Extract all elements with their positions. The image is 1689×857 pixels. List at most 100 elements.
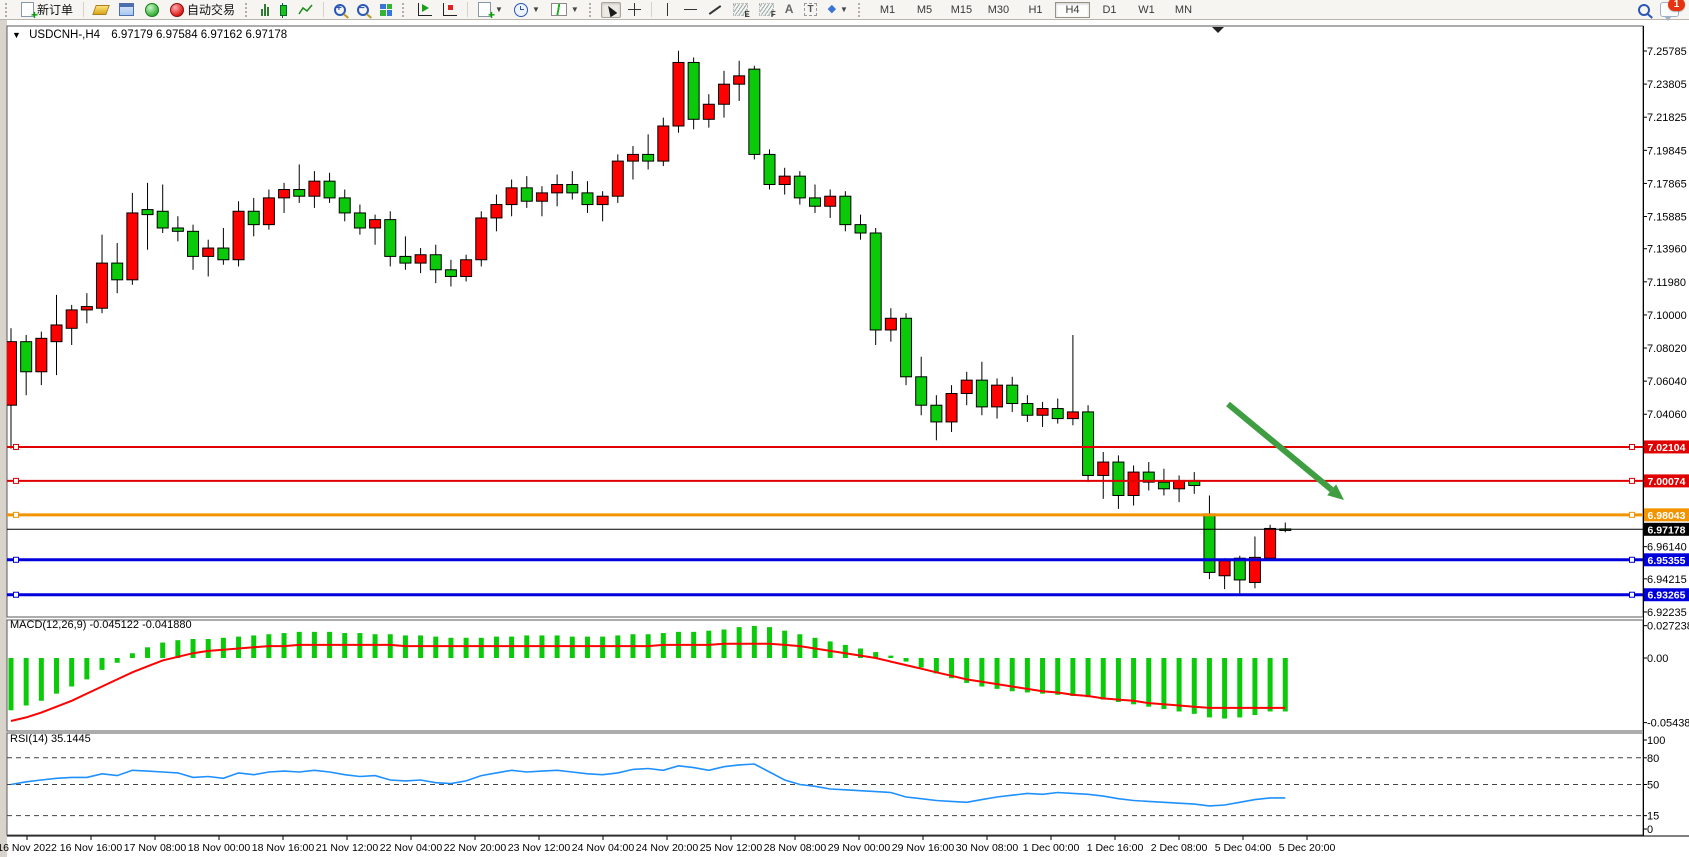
time-tick-label: 18 Nov 16:00 — [252, 842, 315, 854]
time-tick-label: 17 Nov 08:00 — [124, 842, 187, 854]
text-label-tool-button[interactable]: T — [800, 1, 820, 18]
time-tick-label: 16 Nov 2022 — [0, 842, 57, 854]
timeframe-button-H4[interactable]: H4 — [1055, 2, 1090, 18]
timeframe-button-W1[interactable]: W1 — [1129, 2, 1164, 18]
zoom-in-button[interactable]: + — [330, 2, 350, 18]
bar-chart-button[interactable] — [257, 1, 273, 18]
toolbar-separator — [651, 2, 652, 17]
trendline-icon — [708, 5, 721, 15]
price-tick-label: 7.13960 — [1647, 244, 1687, 256]
time-tick-label: 24 Nov 04:00 — [572, 842, 635, 854]
new-order-button[interactable]: 新订单 — [17, 0, 77, 20]
rsi-indicator-label: RSI(14) 35.1445 — [10, 733, 91, 745]
macd-tick-label: -0.054384 — [1647, 718, 1689, 730]
line-handle[interactable] — [14, 444, 19, 449]
market-watch-icon — [145, 3, 159, 17]
notifications-icon[interactable]: 1 — [1660, 2, 1679, 17]
time-tick-label: 30 Nov 08:00 — [956, 842, 1019, 854]
chart-shift-button[interactable] — [439, 1, 461, 18]
line-handle[interactable] — [1630, 592, 1635, 597]
time-tick-label: 1 Dec 16:00 — [1087, 842, 1144, 854]
notification-badge: 1 — [1668, 0, 1685, 11]
depth-of-market-button[interactable] — [90, 3, 112, 17]
time-tick-label: 24 Nov 20:00 — [636, 842, 699, 854]
price-tick-label: 6.96140 — [1647, 542, 1687, 554]
main-price-panel[interactable] — [7, 26, 1643, 617]
line-chart-button[interactable] — [294, 2, 317, 18]
templates-dropdown[interactable]: ▼ — [547, 1, 583, 18]
timeframe-bar: M1M5M15M30H1H4D1W1MN — [870, 2, 1201, 18]
price-tick-label: 7.21825 — [1647, 112, 1687, 124]
trendline-tool-button[interactable] — [704, 7, 726, 13]
macd-tick-label: 0.00 — [1647, 653, 1668, 665]
timeframe-button-M1[interactable]: M1 — [870, 2, 905, 18]
zoom-in-icon: + — [334, 4, 346, 16]
terminal-window-button[interactable] — [115, 1, 138, 18]
line-handle[interactable] — [1630, 557, 1635, 562]
price-tick-label: 7.08020 — [1647, 343, 1687, 355]
line-handle[interactable] — [14, 478, 19, 483]
timeframe-button-M30[interactable]: M30 — [981, 2, 1016, 18]
chevron-down-icon: ▼ — [840, 5, 848, 14]
auto-scroll-icon — [418, 3, 432, 16]
line-handle[interactable] — [1630, 512, 1635, 517]
periods-dropdown[interactable]: ▼ — [510, 1, 544, 19]
price-tick-label: 7.17865 — [1647, 178, 1687, 190]
fibonacci-tool-button[interactable]: F — [755, 1, 778, 18]
line-handle[interactable] — [14, 592, 19, 597]
time-tick-label: 25 Nov 12:00 — [700, 842, 763, 854]
tile-windows-button[interactable] — [376, 2, 396, 18]
collapse-triangle-icon[interactable]: ▼ — [12, 30, 21, 40]
zoom-out-button[interactable]: − — [353, 2, 373, 18]
candlestick-chart-button[interactable] — [276, 1, 291, 18]
horizontal-line-icon — [684, 9, 697, 10]
new-order-label: 新订单 — [37, 1, 73, 18]
chevron-down-icon: ▼ — [571, 5, 579, 14]
zoom-out-icon: − — [357, 4, 369, 16]
rsi-tick-label: 100 — [1647, 735, 1665, 747]
channel-tool-button[interactable]: E — [729, 1, 752, 18]
main-toolbar: 新订单 自动交易 + − ▼ ▼ ▼ E F A T ◆▼ M1M5M15M30… — [0, 0, 1689, 20]
chevron-down-icon: ▼ — [495, 5, 503, 14]
crosshair-tool-button[interactable] — [624, 1, 645, 18]
line-handle[interactable] — [14, 512, 19, 517]
price-tag-label: 7.00074 — [1648, 476, 1686, 488]
cursor-tool-button[interactable] — [601, 2, 621, 18]
terminal-window-icon — [119, 3, 134, 16]
chart-canvas[interactable]: 7.021047.000746.980436.971786.953556.932… — [0, 0, 1689, 857]
arrows-dropdown[interactable]: ◆▼ — [824, 1, 852, 18]
tile-windows-icon — [380, 4, 392, 16]
price-tick-label: 7.25785 — [1647, 46, 1687, 58]
market-watch-button[interactable] — [141, 1, 163, 19]
new-order-icon — [21, 2, 34, 17]
new-chart-dropdown[interactable]: ▼ — [474, 0, 507, 19]
toolbar-grip — [245, 3, 251, 17]
line-handle[interactable] — [14, 557, 19, 562]
rsi-tick-label: 0 — [1647, 824, 1653, 836]
vertical-line-tool-button[interactable] — [658, 1, 677, 18]
price-tick-label: 7.19845 — [1647, 145, 1687, 157]
chart-shift-icon — [443, 3, 457, 16]
timeframe-button-H1[interactable]: H1 — [1018, 2, 1053, 18]
auto-trading-label: 自动交易 — [187, 1, 235, 18]
toolbar-grip — [589, 3, 595, 17]
line-handle[interactable] — [1630, 444, 1635, 449]
auto-scroll-button[interactable] — [414, 1, 436, 18]
arrows-icon: ◆ — [828, 3, 836, 16]
timeframe-button-M15[interactable]: M15 — [944, 2, 979, 18]
timeframe-button-M5[interactable]: M5 — [907, 2, 942, 18]
line-handle[interactable] — [1630, 478, 1635, 483]
price-tick-label: 7.04060 — [1647, 409, 1687, 421]
timeframe-button-D1[interactable]: D1 — [1092, 2, 1127, 18]
timeframe-button-MN[interactable]: MN — [1166, 2, 1201, 18]
toolbar-separator — [467, 2, 468, 17]
price-tick-label: 7.06040 — [1647, 376, 1687, 388]
time-tick-label: 2 Dec 08:00 — [1151, 842, 1208, 854]
time-tick-label: 23 Nov 12:00 — [508, 842, 571, 854]
toolbar-separator — [323, 2, 324, 17]
auto-trading-button[interactable]: 自动交易 — [166, 0, 239, 20]
horizontal-line-tool-button[interactable] — [680, 7, 701, 12]
text-tool-button[interactable]: A — [781, 1, 798, 18]
search-icon[interactable] — [1638, 4, 1650, 16]
price-tick-label: 6.92235 — [1647, 607, 1687, 619]
